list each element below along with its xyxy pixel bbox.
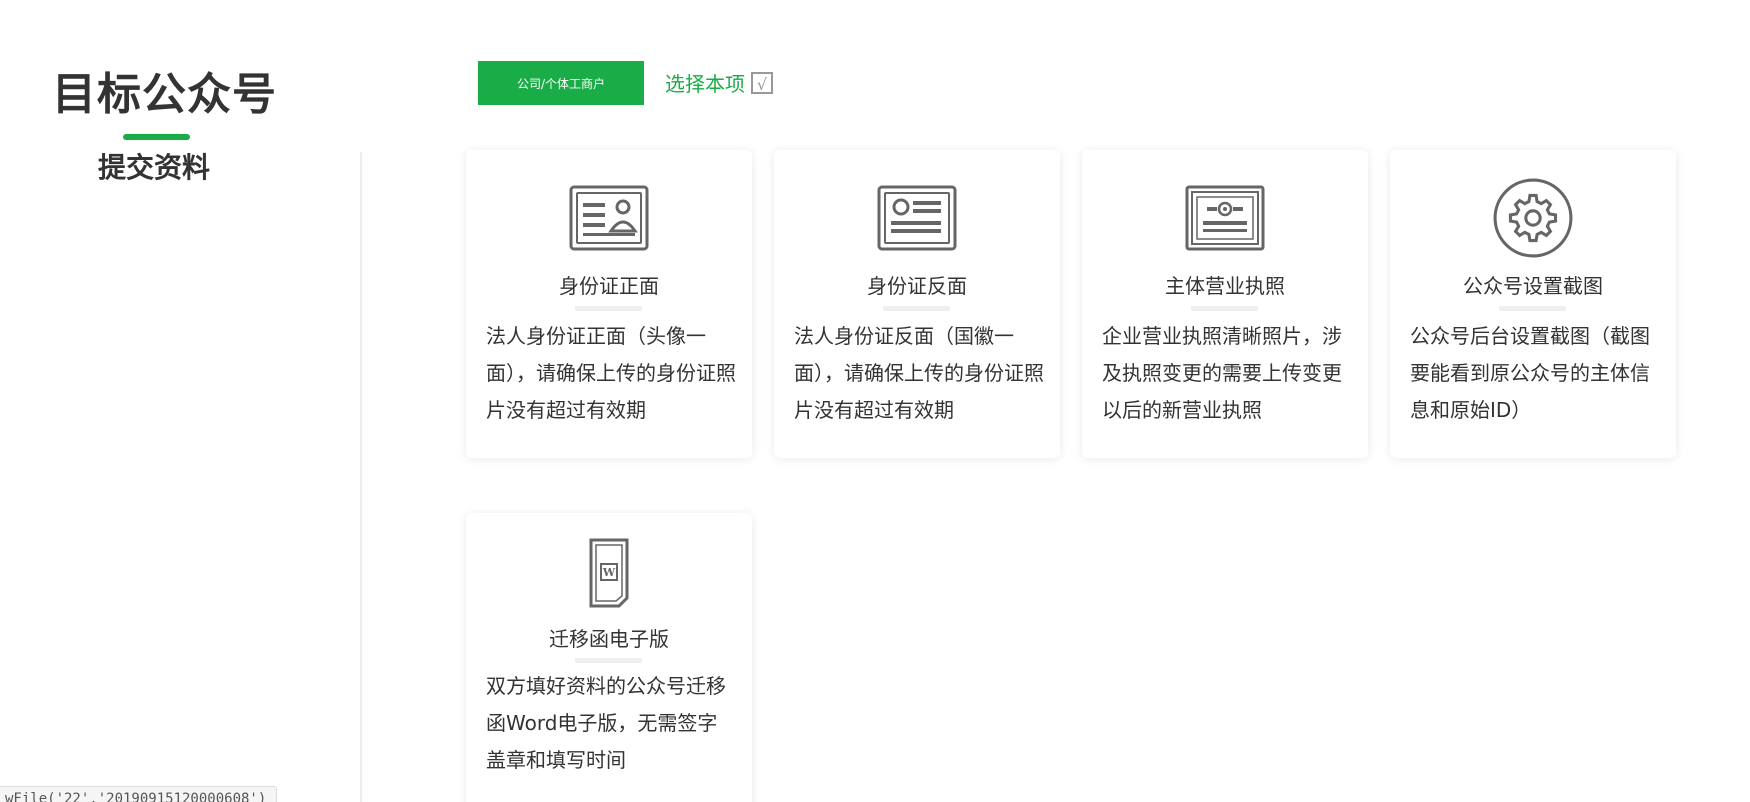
checkbox[interactable]: √ [751, 71, 773, 94]
select-option-label: 选择本项 [665, 72, 745, 96]
id-card-front-icon [569, 185, 649, 251]
tab-submit-materials[interactable]: 提交资料 [98, 146, 210, 186]
card-divider [883, 306, 950, 311]
card-title: 身份证反面 [867, 274, 967, 298]
svg-text:W: W [602, 566, 616, 579]
card-id-back[interactable]: 身份证反面 法人身份证反面（国徽一面），请确保上传的身份证照片没有超过有效期 [774, 150, 1060, 458]
page: 目标公众号 提交资料 公司/个体工商户 选择本项 √ 身份证正面 法人身份证正面… [0, 0, 1750, 802]
word-document-icon: W [589, 538, 629, 608]
active-tab-indicator [123, 134, 190, 140]
card-description: 法人身份证正面（头像一面），请确保上传的身份证照片没有超过有效期 [486, 324, 736, 422]
vertical-divider [360, 152, 362, 802]
select-this-option[interactable]: 选择本项 √ [665, 68, 773, 97]
card-title: 主体营业执照 [1165, 274, 1285, 298]
card-title: 身份证正面 [559, 274, 659, 298]
gear-icon [1493, 178, 1573, 258]
card-title: 迁移函电子版 [549, 627, 669, 651]
card-description: 法人身份证反面（国徽一面），请确保上传的身份证照片没有超过有效期 [794, 324, 1044, 422]
card-description: 企业营业执照清晰照片，涉及执照变更的需要上传变更以后的新营业执照 [1102, 324, 1342, 422]
card-account-settings-screenshot[interactable]: 公众号设置截图 公众号后台设置截图（截图要能看到原公众号的主体信息和原始ID） [1390, 150, 1676, 458]
card-divider [1499, 306, 1566, 311]
status-bar-url: wFile('22','20190915120000608') [0, 786, 278, 802]
id-card-back-icon [877, 185, 957, 251]
business-license-icon [1185, 185, 1265, 251]
company-type-button[interactable]: 公司/个体工商户 [478, 61, 644, 105]
card-divider [575, 306, 642, 311]
card-id-front[interactable]: 身份证正面 法人身份证正面（头像一面），请确保上传的身份证照片没有超过有效期 [466, 150, 752, 458]
card-migration-letter[interactable]: W 迁移函电子版 双方填好资料的公众号迁移函Word电子版，无需签字盖章和填写时… [466, 513, 752, 802]
card-title: 公众号设置截图 [1463, 274, 1603, 298]
page-title: 目标公众号 [52, 69, 277, 120]
card-business-license[interactable]: 主体营业执照 企业营业执照清晰照片，涉及执照变更的需要上传变更以后的新营业执照 [1082, 150, 1368, 458]
card-divider [575, 658, 642, 663]
card-description: 公众号后台设置截图（截图要能看到原公众号的主体信息和原始ID） [1410, 324, 1650, 422]
card-description: 双方填好资料的公众号迁移函Word电子版，无需签字盖章和填写时间 [486, 674, 726, 772]
card-divider [1191, 306, 1258, 311]
